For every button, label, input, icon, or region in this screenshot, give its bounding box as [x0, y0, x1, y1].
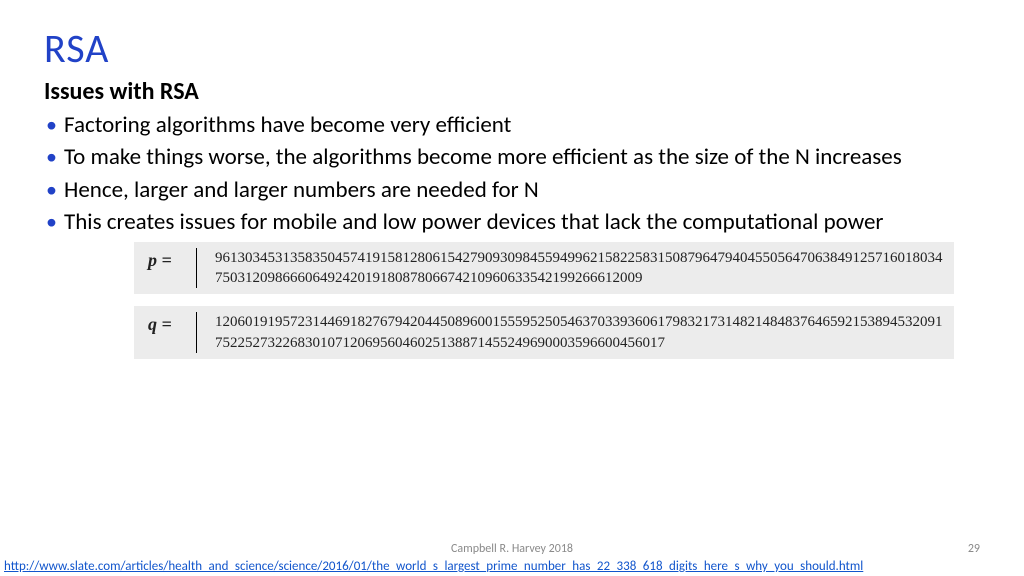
slide-subtitle: Issues with RSA: [44, 77, 980, 106]
bullet-list: Factoring algorithms have become very ef…: [44, 112, 980, 236]
bullet-item: To make things worse, the algorithms bec…: [44, 144, 980, 170]
bullet-item: This creates issues for mobile and low p…: [44, 209, 980, 235]
page-number: 29: [968, 542, 980, 556]
q-label: q =: [148, 312, 196, 353]
source-link[interactable]: http://www.slate.com/articles/health_and…: [4, 559, 1020, 574]
slide-title: RSA: [44, 24, 980, 73]
p-box: p = 961303453135835045741915812806154279…: [134, 242, 954, 295]
separator: [196, 312, 197, 353]
bullet-item: Hence, larger and larger numbers are nee…: [44, 177, 980, 203]
q-value: 1206019195723144691827679420445089600155…: [215, 312, 944, 353]
p-label: p =: [148, 248, 196, 289]
footer-credit: Campbell R. Harvey 2018: [0, 542, 1024, 556]
bullet-item: Factoring algorithms have become very ef…: [44, 112, 980, 138]
slide: RSA Issues with RSA Factoring algorithms…: [0, 0, 1024, 576]
p-value: 9613034531358350457419158128061542790930…: [215, 248, 944, 289]
q-box: q = 120601919572314469182767942044508960…: [134, 306, 954, 359]
separator: [196, 248, 197, 289]
